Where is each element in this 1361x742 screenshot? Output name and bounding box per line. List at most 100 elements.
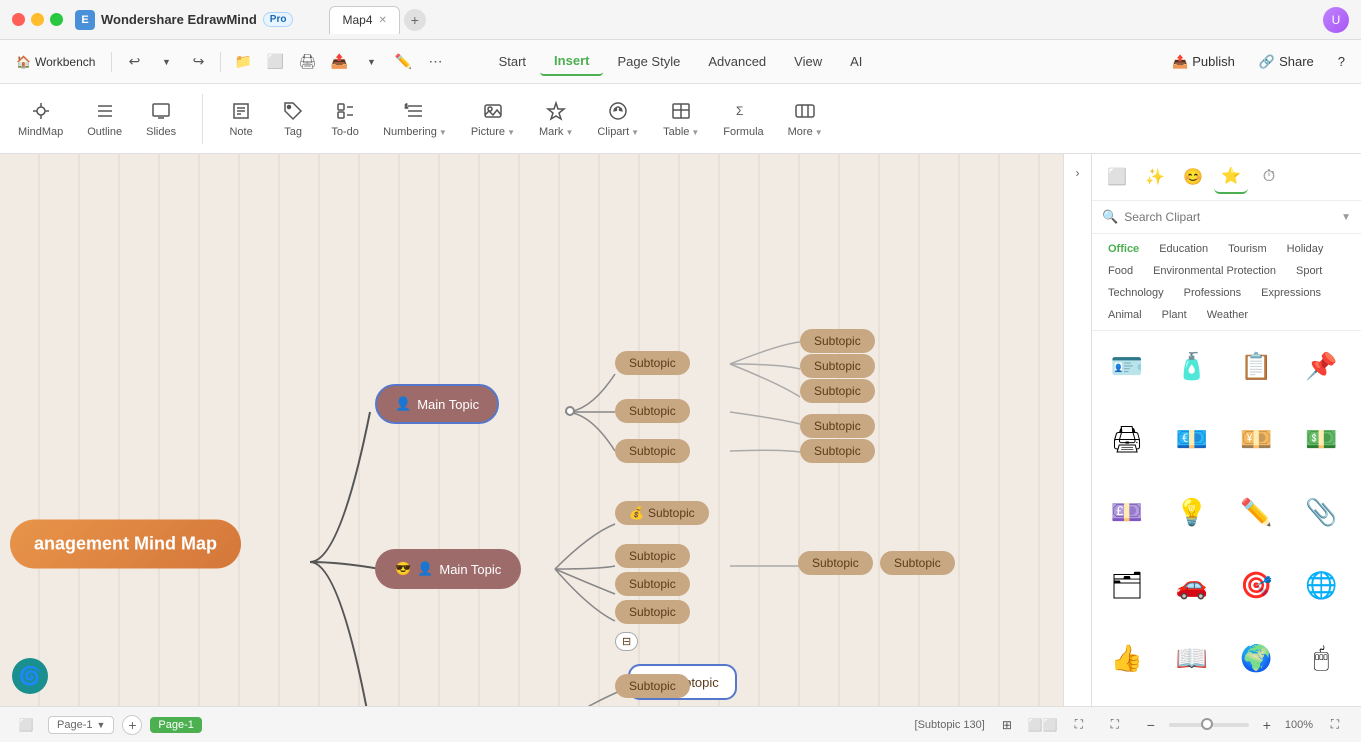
undo-dropdown[interactable]: ▼ (152, 48, 180, 76)
clipart-stapler[interactable]: 📎 (1294, 485, 1348, 539)
outline-view-button[interactable]: Outline (77, 94, 132, 144)
workbench-button[interactable]: 🏠 Workbench (8, 51, 103, 73)
nav-start[interactable]: Start (485, 48, 540, 75)
panel-tab-emoji[interactable]: 😊 (1176, 160, 1210, 194)
tag-tool[interactable]: Tag (271, 94, 315, 144)
panel-tab-shapes[interactable]: ⬜ (1100, 160, 1134, 194)
active-page-label[interactable]: Page-1 (150, 717, 201, 733)
panel-tab-ai[interactable]: ✨ (1138, 160, 1172, 194)
subtopic-1-3[interactable]: Subtopic (615, 439, 690, 463)
subtopic-1-3-1[interactable]: Subtopic (800, 439, 875, 463)
panel-tab-timer[interactable]: ⏱ (1252, 160, 1286, 194)
numbering-tool[interactable]: 1 Numbering▼ (375, 94, 455, 144)
slides-view-button[interactable]: Slides (136, 94, 186, 144)
zoom-out-button[interactable]: − (1137, 711, 1165, 739)
subtopic-2-1[interactable]: Subtopic (615, 544, 690, 568)
subtopic-1-1-2[interactable]: Subtopic (800, 354, 875, 378)
clipart-dollar[interactable]: 💵 (1294, 412, 1348, 466)
nav-advanced[interactable]: Advanced (694, 48, 780, 75)
clipart-target[interactable]: 🎯 (1230, 558, 1284, 612)
clipart-search-input[interactable] (1124, 210, 1335, 224)
nav-ai[interactable]: AI (836, 48, 876, 75)
minimize-button[interactable] (31, 13, 44, 26)
zoom-handle[interactable] (1201, 718, 1213, 730)
subtopic-2-collapse[interactable]: ⊟ (615, 632, 638, 651)
subtopic-1-1-3[interactable]: Subtopic (800, 379, 875, 403)
export-button[interactable]: 📤 (325, 48, 353, 76)
redo-button[interactable]: ↪ (184, 48, 212, 76)
export-dropdown[interactable]: ▼ (357, 48, 385, 76)
clipart-car[interactable]: 🚗 (1165, 558, 1219, 612)
subtopic-3-1[interactable]: Subtopic (615, 674, 690, 698)
publish-button[interactable]: 📤 Publish (1164, 50, 1243, 74)
view-toggle-button[interactable]: ⬜⬜ (1029, 711, 1057, 739)
subtopic-2-0[interactable]: 💰 Subtopic (615, 501, 709, 525)
cat-holiday[interactable]: Holiday (1279, 240, 1332, 258)
clipart-euro[interactable]: 💶 (1165, 412, 1219, 466)
cat-office[interactable]: Office (1100, 240, 1147, 258)
cat-food[interactable]: Food (1100, 262, 1141, 280)
nav-insert[interactable]: Insert (540, 47, 603, 76)
zoom-slider[interactable] (1169, 723, 1249, 727)
clipart-glue[interactable]: 🧴 (1165, 339, 1219, 393)
cat-animal[interactable]: Animal (1100, 306, 1150, 324)
maximize-button[interactable] (50, 13, 63, 26)
topic-node-1[interactable]: 👤 Main Topic (375, 384, 499, 424)
edit-button[interactable]: ✏️ (389, 48, 417, 76)
active-tab[interactable]: Map4 ✕ (329, 6, 399, 34)
map-title[interactable]: anagement Mind Map (10, 520, 241, 569)
subtopic-2-deep-1[interactable]: Subtopic (798, 551, 873, 575)
cat-sport[interactable]: Sport (1288, 262, 1330, 280)
panel-tab-clipart[interactable]: ⭐ (1214, 160, 1248, 194)
clipart-pushpin[interactable]: 📌 (1294, 339, 1348, 393)
mindmap-view-button[interactable]: MindMap (8, 94, 73, 144)
fit-page-button[interactable]: ⊞ (993, 711, 1021, 739)
nav-view[interactable]: View (780, 48, 836, 75)
page-1-button[interactable]: Page-1 ▼ (48, 716, 114, 734)
topic-node-2[interactable]: 😎 👤 Main Topic (375, 549, 521, 589)
layout-button[interactable]: ⬜ (261, 48, 289, 76)
clipart-printer[interactable]: 🖨 (1100, 412, 1154, 466)
subtopic-1-1-1[interactable]: Subtopic (800, 329, 875, 353)
cat-plant[interactable]: Plant (1154, 306, 1195, 324)
cat-weather[interactable]: Weather (1199, 306, 1256, 324)
clipart-thumbsup[interactable]: 👍 (1100, 631, 1154, 685)
panel-toggle[interactable]: › (1063, 154, 1091, 706)
nav-pagestyle[interactable]: Page Style (603, 48, 694, 75)
canvas[interactable]: anagement Mind Map 👤 Main Topic 😎 👤 Main… (0, 154, 1063, 706)
clipart-pound[interactable]: 💷 (1100, 485, 1154, 539)
zoom-in-button[interactable]: + (1253, 711, 1281, 739)
clipart-pencil[interactable]: ✏️ (1230, 485, 1284, 539)
cat-technology[interactable]: Technology (1100, 284, 1172, 302)
cat-tourism[interactable]: Tourism (1220, 240, 1275, 258)
clipart-book[interactable]: 📖 (1165, 631, 1219, 685)
clipart-binder[interactable]: 🗂 (1100, 558, 1154, 612)
todo-tool[interactable]: To-do (323, 94, 367, 144)
share-button[interactable]: 🔗 Share (1251, 50, 1322, 74)
help-button[interactable]: ? (1330, 50, 1353, 73)
tab-close-icon[interactable]: ✕ (379, 15, 387, 26)
new-tab-button[interactable]: + (404, 9, 426, 31)
subtopic-2-3[interactable]: Subtopic (615, 600, 690, 624)
formula-tool[interactable]: Σ Formula (715, 94, 771, 144)
fit-button[interactable]: ⛶ (1101, 711, 1129, 739)
clipart-lamp[interactable]: 💡 (1165, 485, 1219, 539)
clipart-globe[interactable]: 🌐 (1294, 558, 1348, 612)
fullscreen-button[interactable]: ⛶ (1065, 711, 1093, 739)
cat-expressions[interactable]: Expressions (1253, 284, 1329, 302)
clipart-document[interactable]: 📋 (1230, 339, 1284, 393)
clipart-yen[interactable]: 💴 (1230, 412, 1284, 466)
clipart-earth[interactable]: 🌍 (1230, 631, 1284, 685)
subtopic-1-2[interactable]: Subtopic (615, 399, 690, 423)
clipart-tool[interactable]: Clipart▼ (589, 94, 647, 144)
folder-button[interactable]: 📁 (229, 48, 257, 76)
print-button[interactable]: 🖨 (293, 48, 321, 76)
subtopic-2-2[interactable]: Subtopic (615, 572, 690, 596)
subtopic-1-2-1[interactable]: Subtopic (800, 414, 875, 438)
close-button[interactable] (12, 13, 25, 26)
note-tool[interactable]: Note (219, 94, 263, 144)
cat-education[interactable]: Education (1151, 240, 1216, 258)
picture-tool[interactable]: Picture▼ (463, 94, 523, 144)
subtopic-1-1[interactable]: Subtopic (615, 351, 690, 375)
clipart-mouse[interactable]: 🖱 (1294, 631, 1348, 685)
